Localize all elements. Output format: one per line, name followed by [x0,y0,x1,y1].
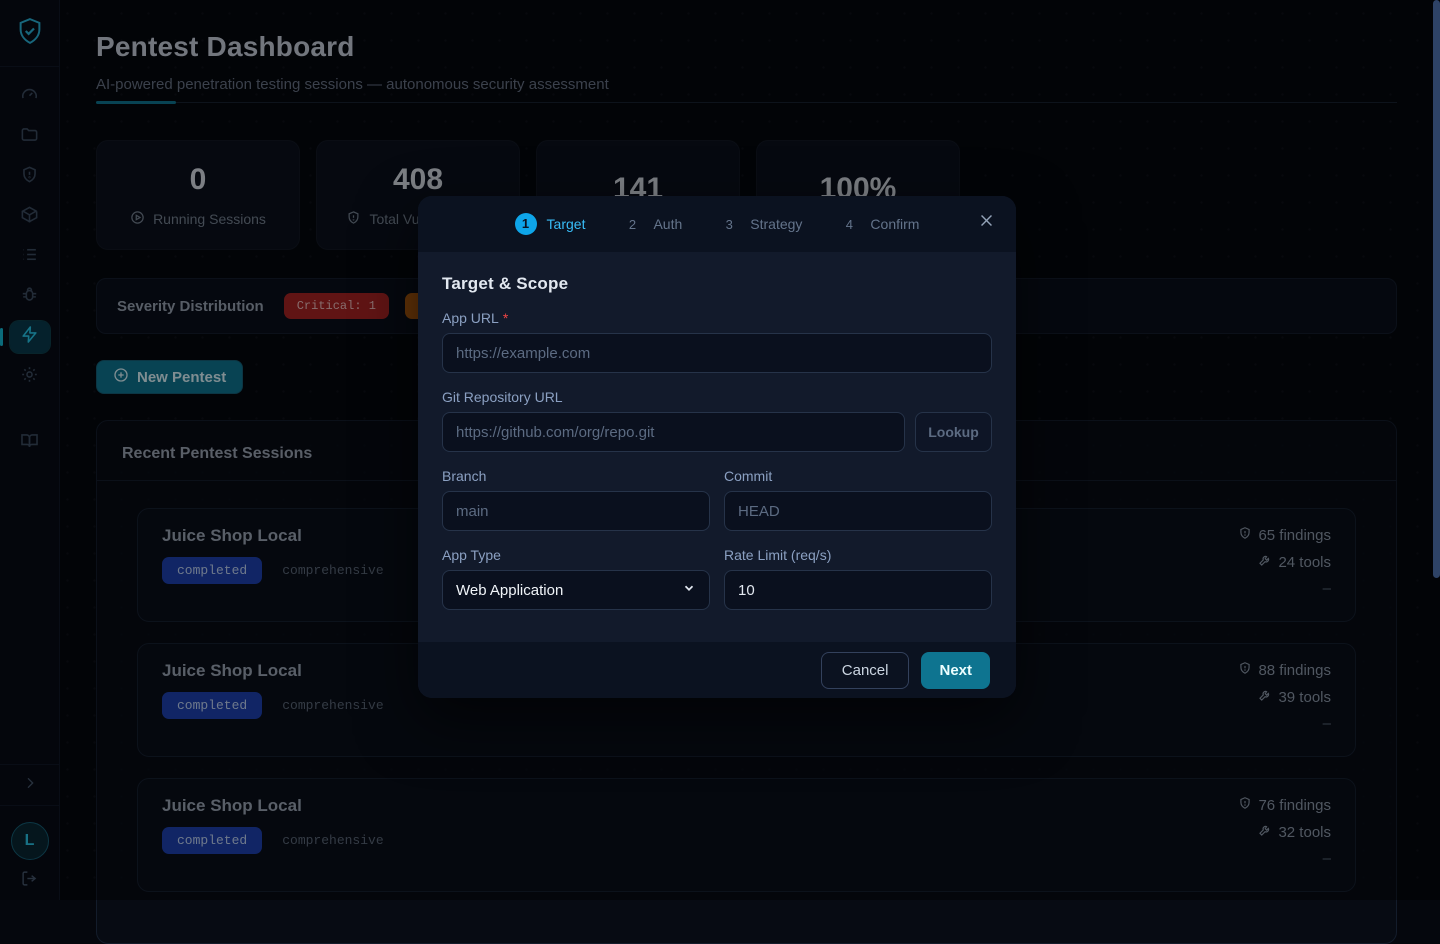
step-label: Strategy [750,216,802,232]
scrollbar-thumb[interactable] [1433,0,1440,578]
step-number: 1 [515,213,537,235]
step-label: Target [547,216,586,232]
branch-label: Branch [442,468,710,484]
step-number: 2 [621,217,643,232]
app-type-select[interactable]: Web Application [442,570,710,610]
page-scrollbar [1433,0,1440,900]
modal-footer: Cancel Next [418,642,1016,698]
step-strategy[interactable]: 3 Strategy [718,216,802,232]
modal-body: Target & Scope App URL* Git Repository U… [418,252,1016,642]
commit-label: Commit [724,468,992,484]
modal-heading: Target & Scope [442,274,992,294]
next-button[interactable]: Next [921,652,990,689]
app-type-label: App Type [442,547,710,563]
step-auth[interactable]: 2 Auth [621,216,682,232]
commit-input[interactable] [724,491,992,531]
git-url-row: Lookup [442,412,992,452]
modal-stepper: 1 Target 2 Auth 3 Strategy 4 Confirm [418,196,1016,252]
step-label: Confirm [870,216,919,232]
cancel-button[interactable]: Cancel [821,652,910,689]
git-url-input[interactable] [442,412,905,452]
required-asterisk: * [503,310,508,326]
modal-close-button[interactable] [973,210,999,236]
step-number: 3 [718,217,740,232]
app-url-input[interactable] [442,333,992,373]
close-icon [978,212,995,234]
step-label: Auth [653,216,682,232]
app-type-value: Web Application [456,582,563,599]
new-pentest-modal: 1 Target 2 Auth 3 Strategy 4 Confirm Tar… [418,196,1016,698]
branch-input[interactable] [442,491,710,531]
step-confirm[interactable]: 4 Confirm [838,216,919,232]
rate-limit-label: Rate Limit (req/s) [724,547,992,563]
git-url-label: Git Repository URL [442,389,992,405]
step-number: 4 [838,217,860,232]
chevron-down-icon [682,581,696,599]
lookup-button[interactable]: Lookup [915,412,992,452]
rate-limit-input[interactable] [724,570,992,610]
app-url-label: App URL* [442,310,992,326]
step-target[interactable]: 1 Target [515,213,586,235]
